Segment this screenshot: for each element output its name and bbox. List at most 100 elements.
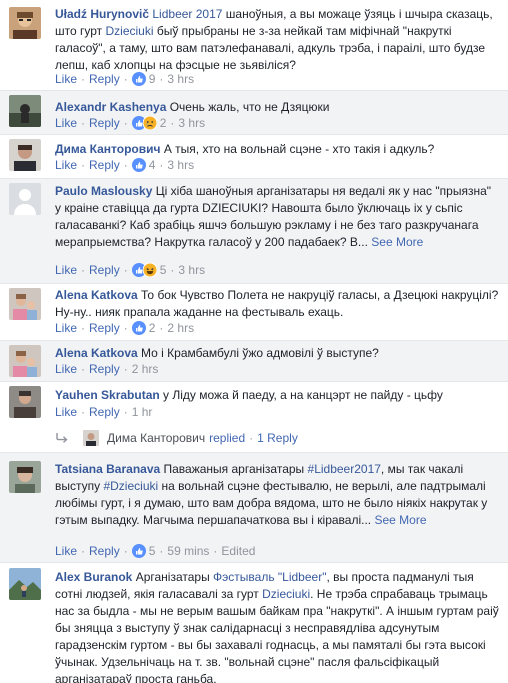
reactions[interactable]: 9 xyxy=(131,72,155,86)
timestamp[interactable]: 3 hrs xyxy=(178,116,205,130)
reply-button[interactable]: Reply xyxy=(89,116,120,130)
comment-actions: Like · Reply · 5 · 59 mins · Edited xyxy=(55,544,255,558)
like-button[interactable]: Like xyxy=(55,116,77,130)
reply-button[interactable]: Reply xyxy=(89,72,120,86)
dot-separator: · xyxy=(159,544,164,558)
dot-separator: · xyxy=(170,263,175,277)
comment-author[interactable]: Alena Katkova xyxy=(55,288,138,302)
timestamp[interactable]: 59 mins xyxy=(167,544,209,558)
dot-separator: · xyxy=(81,321,86,335)
comment-text: Paulo Maslousky Ці хіба шаноўныя арганіз… xyxy=(55,183,500,251)
dot-separator: · xyxy=(81,405,86,419)
dot-separator: · xyxy=(213,544,218,558)
reply-button[interactable]: Reply xyxy=(89,405,120,419)
reply-arrow-icon xyxy=(56,433,68,443)
reply-count-link[interactable]: 1 Reply xyxy=(257,431,298,445)
avatar[interactable] xyxy=(9,288,41,320)
haha-icon xyxy=(142,263,157,277)
comment-link[interactable]: Dzieciuki xyxy=(262,587,310,601)
comment-link[interactable]: #Lidbeer2017 xyxy=(308,462,381,476)
reactions[interactable]: 2 xyxy=(131,116,167,130)
reply-button[interactable]: Reply xyxy=(89,158,120,172)
timestamp[interactable]: 3 hrs xyxy=(178,263,205,277)
dot-separator: · xyxy=(123,116,128,130)
see-more-link[interactable]: See More xyxy=(371,235,423,249)
avatar[interactable] xyxy=(9,183,41,215)
reactions[interactable]: 5 xyxy=(131,263,166,277)
dot-separator: · xyxy=(81,158,86,172)
like-button[interactable]: Like xyxy=(55,72,77,86)
avatar[interactable] xyxy=(9,95,41,127)
reactions[interactable]: 5 xyxy=(131,544,156,558)
like-button[interactable]: Like xyxy=(55,158,77,172)
replier-avatar xyxy=(83,430,99,446)
dot-separator: · xyxy=(249,431,254,445)
comment-actions: Like · Reply · 2 · 3 hrs xyxy=(55,116,205,130)
dot-separator: · xyxy=(123,263,128,277)
dot-separator: · xyxy=(123,362,128,376)
reaction-count: 2 xyxy=(159,116,167,130)
comment-text: Alena Katkova Мо і Крамбамбулі ўжо адмов… xyxy=(55,345,500,362)
comment-segment: Мо і Крамбамбулі ўжо адмовілі ў выступе? xyxy=(137,346,379,360)
like-button[interactable]: Like xyxy=(55,544,77,558)
comment-link[interactable]: Фэстываль "Lidbeer" xyxy=(213,570,326,584)
avatar[interactable] xyxy=(9,345,41,377)
comment-item: Alex Buranok Арганізатары Фэстываль "Lid… xyxy=(0,563,508,683)
reply-button[interactable]: Reply xyxy=(89,263,120,277)
reactions[interactable]: 4 xyxy=(131,158,155,172)
timestamp[interactable]: 1 hr xyxy=(132,405,153,419)
like-icon xyxy=(131,72,146,86)
avatar[interactable] xyxy=(9,7,41,39)
reply-button[interactable]: Reply xyxy=(89,321,120,335)
comment-text: Alex Buranok Арганізатары Фэстываль "Lid… xyxy=(55,569,500,683)
comment-segment: Очень жаль, что не Дзяцюки xyxy=(166,100,330,114)
timestamp[interactable]: 3 hrs xyxy=(167,158,194,172)
timestamp[interactable]: 3 hrs xyxy=(167,72,194,86)
dot-separator: · xyxy=(159,321,164,335)
reactions[interactable]: 2 xyxy=(131,321,156,335)
avatar[interactable] xyxy=(9,386,41,418)
replied-label[interactable]: replied xyxy=(209,431,245,445)
comment-link[interactable]: #Dzieciuki xyxy=(103,479,158,493)
comment-author[interactable]: Alena Katkova xyxy=(55,346,138,360)
avatar[interactable] xyxy=(9,139,41,171)
comment-author[interactable]: Paulo Maslousky xyxy=(55,184,152,198)
comment-author[interactable]: Tatsiana Baranava xyxy=(55,462,160,476)
reply-button[interactable]: Reply xyxy=(89,362,120,376)
comment-text: Alena Katkova То бок Чувство Полета не н… xyxy=(55,287,500,321)
comment-segment: . Не трэба спрабаваць трымаць нас за быд… xyxy=(55,587,499,683)
reaction-count: 2 xyxy=(148,321,156,335)
timestamp[interactable]: 2 hrs xyxy=(167,321,194,335)
dot-separator: · xyxy=(81,362,86,376)
comment-author[interactable]: Дима Канторович xyxy=(55,142,160,156)
dot-separator: · xyxy=(123,405,128,419)
comment-author[interactable]: Uładź Hurynovič xyxy=(55,7,149,21)
comment-author[interactable]: Alexandr Kashenya xyxy=(55,100,166,114)
comment-item: Yauhen Skrabutan у Ліду можа й паеду, а … xyxy=(0,382,508,452)
comment-item: Alena Katkova То бок Чувство Полета не н… xyxy=(0,284,508,340)
edited-label[interactable]: Edited xyxy=(221,544,255,558)
like-button[interactable]: Like xyxy=(55,405,77,419)
comment-link[interactable]: Lidbeer 2017 xyxy=(152,7,222,21)
replier-name[interactable]: Дима Канторович xyxy=(107,431,205,445)
comment-link[interactable]: Dzieciuki xyxy=(105,24,153,38)
comment-actions: Like · Reply · 4 · 3 hrs xyxy=(55,158,194,172)
see-more-link[interactable]: See More xyxy=(374,513,426,527)
avatar[interactable] xyxy=(9,568,41,600)
view-replies[interactable]: Дима Канторович replied · 1 Reply xyxy=(55,429,298,447)
comment-item: Alena Katkova Мо і Крамбамбулі ўжо адмов… xyxy=(0,341,508,381)
like-button[interactable]: Like xyxy=(55,263,77,277)
like-button[interactable]: Like xyxy=(55,362,77,376)
comment-item: Tatsiana Baranava Паважаныя арганізатары… xyxy=(0,453,508,562)
comment-text: Yauhen Skrabutan у Ліду можа й паеду, а … xyxy=(55,387,500,404)
avatar[interactable] xyxy=(9,461,41,493)
like-button[interactable]: Like xyxy=(55,321,77,335)
timestamp[interactable]: 2 hrs xyxy=(132,362,159,376)
reaction-count: 5 xyxy=(148,544,156,558)
reply-button[interactable]: Reply xyxy=(89,544,120,558)
dot-separator: · xyxy=(159,72,164,86)
like-icon xyxy=(131,544,146,558)
comment-actions: Like · Reply · 2 · 2 hrs xyxy=(55,321,194,335)
comment-author[interactable]: Alex Buranok xyxy=(55,570,132,584)
comment-author[interactable]: Yauhen Skrabutan xyxy=(55,388,160,402)
